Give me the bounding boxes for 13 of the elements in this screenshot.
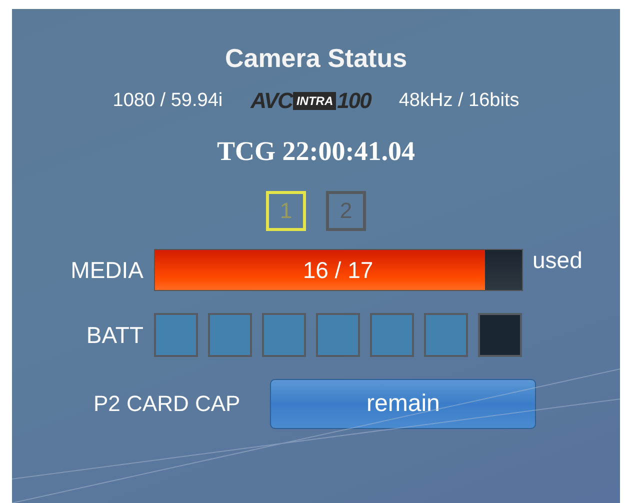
card-cap-label: P2 CARD CAP [94,391,240,417]
video-format: 1080 / 59.94i [112,90,223,112]
battery-label: BATT [85,322,144,348]
card-slot[interactable]: 1 [266,191,306,231]
remain-button[interactable]: remain [270,379,536,429]
media-reading: 16 / 17 [302,256,374,284]
timecode: TCG 22:00:41.04 [217,136,415,167]
panel-title: Camera Status [224,43,408,74]
audio-format: 48kHz / 16bits [398,90,520,112]
media-unit: used [532,247,584,274]
codec-logo: AVC INTRA 100 [250,88,371,114]
media-label: MEDIA [70,256,144,284]
card-slot[interactable]: 2 [326,191,366,231]
